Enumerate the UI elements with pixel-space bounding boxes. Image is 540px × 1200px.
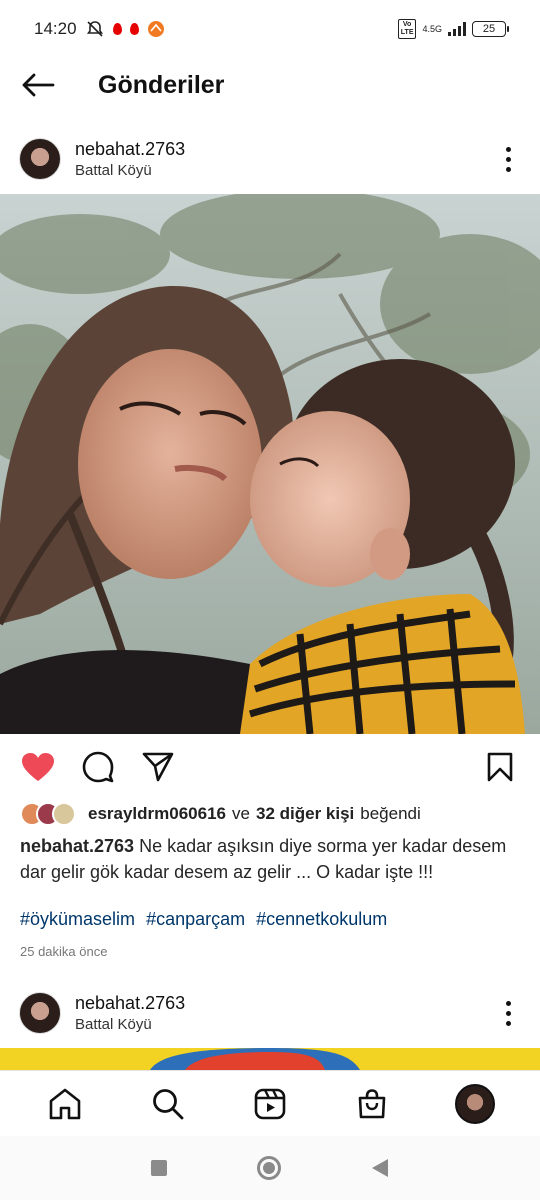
likes-connector: ve <box>232 804 250 823</box>
likes-others[interactable]: 32 diğer kişi <box>256 804 354 824</box>
page-title: Gönderiler <box>98 70 225 99</box>
network-type: 4.5G <box>422 24 442 34</box>
vodafone-icon-2 <box>129 23 139 35</box>
heart-filled-icon <box>22 753 54 781</box>
reels-icon <box>254 1088 286 1119</box>
app-header: Gönderiler <box>0 58 540 112</box>
post-timestamp: 25 dakika önce <box>20 944 108 959</box>
arrow-left-icon <box>22 73 55 97</box>
hashtag-link[interactable]: #öykümaselim <box>20 909 135 929</box>
more-options-button[interactable] <box>498 144 518 174</box>
post-username[interactable]: nebahat.2763 <box>75 139 185 160</box>
back-triangle-icon[interactable] <box>371 1158 389 1178</box>
app-notification-icon <box>147 21 164 37</box>
nav-profile[interactable] <box>453 1082 497 1126</box>
next-photo-illustration <box>0 1048 540 1070</box>
bottom-navigation <box>0 1070 540 1136</box>
caption-username[interactable]: nebahat.2763 <box>20 836 134 856</box>
vodafone-icon <box>112 23 122 35</box>
home-button[interactable] <box>257 1156 281 1180</box>
more-dot-icon <box>505 1020 511 1026</box>
comment-button[interactable] <box>78 747 118 787</box>
paper-plane-icon <box>142 752 174 782</box>
more-dot-icon <box>505 156 511 162</box>
status-notification-icons <box>85 19 165 39</box>
post-hashtags: #öykümaselim #canparçam #cennetkokulum <box>20 909 530 930</box>
post-header: nebahat.2763 Battal Köyü <box>0 129 540 189</box>
next-post-header: nebahat.2763 Battal Köyü <box>0 983 540 1043</box>
photo-illustration <box>0 194 540 734</box>
post-meta: nebahat.2763 Battal Köyü <box>75 139 185 179</box>
volte-icon: Vo LTE <box>397 19 417 39</box>
likes-summary[interactable]: esrayldrm060616 ve 32 diğer kişi beğendi <box>20 800 520 828</box>
post-meta: nebahat.2763 Battal Köyü <box>75 993 185 1033</box>
more-dot-icon <box>505 166 511 172</box>
avatar[interactable] <box>19 992 61 1034</box>
status-time: 14:20 <box>34 19 77 38</box>
post-username[interactable]: nebahat.2763 <box>75 993 185 1014</box>
post-caption: nebahat.2763 Ne kadar aşıksın diye sorma… <box>20 833 530 885</box>
battery-level: 25 <box>482 23 496 35</box>
share-button[interactable] <box>138 747 178 787</box>
more-dot-icon <box>505 1000 511 1006</box>
home-icon <box>49 1088 81 1119</box>
next-post-photo[interactable] <box>0 1048 540 1070</box>
profile-avatar <box>454 1083 495 1124</box>
mute-bell-icon <box>86 21 103 37</box>
hashtag-link[interactable]: #cennetkokulum <box>256 909 387 929</box>
signal-icon <box>448 22 466 36</box>
nav-home[interactable] <box>43 1082 87 1126</box>
post-actions <box>0 744 540 790</box>
post-location[interactable]: Battal Köyü <box>75 162 185 179</box>
search-icon <box>152 1088 183 1119</box>
liker-username[interactable]: esrayldrm060616 <box>88 804 226 824</box>
status-bar: 14:20 Vo LTE 4.5G 25 <box>0 0 540 58</box>
nav-reels[interactable] <box>248 1082 292 1126</box>
system-navigation <box>0 1136 540 1200</box>
save-button[interactable] <box>480 747 520 787</box>
more-options-button[interactable] <box>498 998 518 1028</box>
avatar[interactable] <box>19 138 61 180</box>
hashtag-link[interactable]: #canparçam <box>146 909 245 929</box>
nav-shop[interactable] <box>350 1082 394 1126</box>
liker-avatars <box>20 802 76 826</box>
post-location[interactable]: Battal Köyü <box>75 1016 185 1033</box>
comment-icon <box>82 751 114 783</box>
bookmark-icon <box>487 752 513 782</box>
recents-button[interactable] <box>151 1160 167 1176</box>
liker-avatar <box>52 802 76 826</box>
battery-icon: 25 <box>472 21 509 37</box>
nav-search[interactable] <box>146 1082 190 1126</box>
likes-suffix: beğendi <box>360 804 421 823</box>
more-dot-icon <box>505 146 511 152</box>
back-button[interactable] <box>18 65 58 105</box>
more-dot-icon <box>505 1010 511 1016</box>
shopping-bag-icon <box>359 1088 386 1118</box>
post-photo[interactable] <box>0 194 540 734</box>
status-system-icons: Vo LTE 4.5G 25 <box>397 19 509 39</box>
like-button[interactable] <box>18 747 58 787</box>
